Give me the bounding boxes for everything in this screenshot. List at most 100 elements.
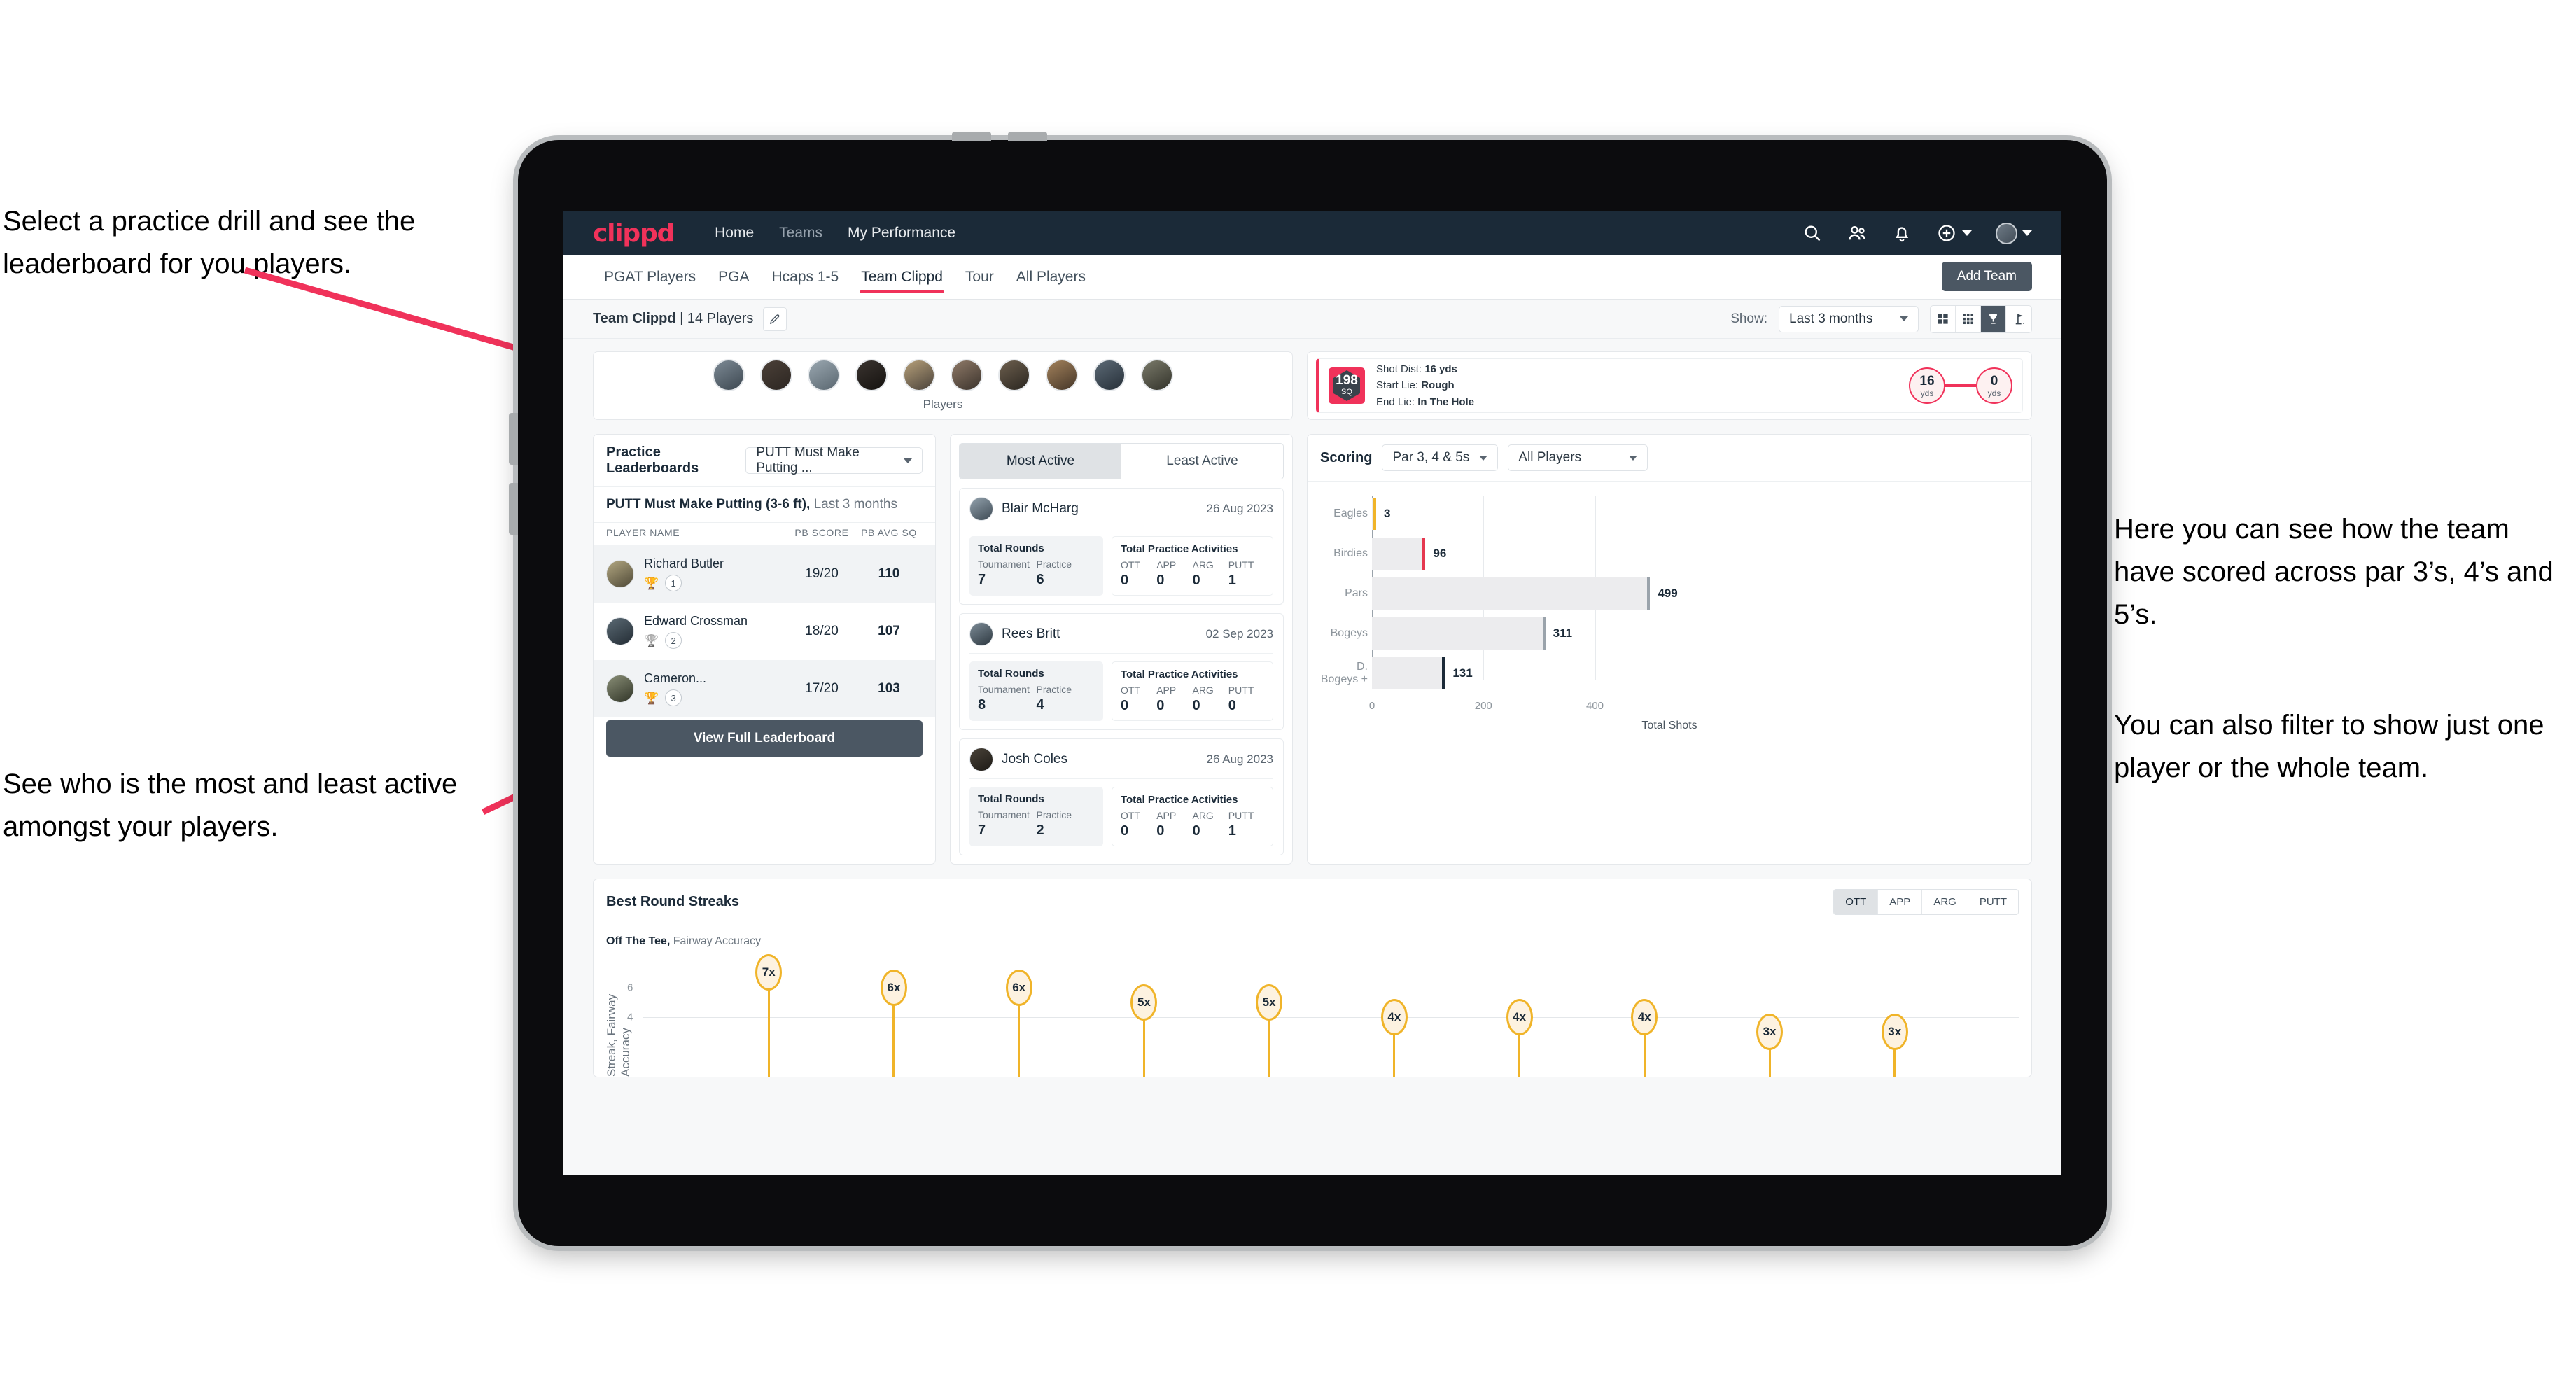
chart-lollipop-stem: 6x <box>1005 969 1032 1077</box>
list-item[interactable]: Rees Britt 02 Sep 2023 Total Rounds Tour… <box>959 613 1284 730</box>
trophy-icon: 🏆 <box>644 634 659 648</box>
player-avatar[interactable] <box>713 359 745 391</box>
end-lie-line: End Lie: In The Hole <box>1376 394 1474 410</box>
nav-link-teams[interactable]: Teams <box>766 225 835 241</box>
chart-lollipop-stem: 4x <box>1631 999 1658 1077</box>
view-trophy-button[interactable] <box>1981 305 2006 332</box>
chart-bar-cap <box>1442 657 1446 690</box>
player-avatar[interactable] <box>855 359 888 391</box>
chart-lollipop-label: 4x <box>1380 999 1408 1035</box>
player-avatar[interactable] <box>903 359 935 391</box>
hexagon-badge: 198 SQ <box>1331 369 1362 402</box>
player-avatar[interactable] <box>760 359 792 391</box>
nav-link-my-performance[interactable]: My Performance <box>835 225 968 241</box>
shot-distance-connector <box>1945 384 1976 387</box>
search-icon[interactable] <box>1802 223 1823 244</box>
chart-bar-row: D. Bogeys + 131 <box>1321 655 2019 692</box>
chevron-down-icon <box>2022 230 2032 236</box>
players-strip-label: Players <box>923 398 963 411</box>
player-avatar[interactable] <box>951 359 983 391</box>
chart-bar <box>1372 538 1426 570</box>
view-toggle-group <box>1930 304 2032 333</box>
tab-all-players[interactable]: All Players <box>1005 255 1097 299</box>
player-filter-select[interactable]: All Players <box>1508 444 1648 471</box>
shot-detail-card: 198 SQ Shot Dist: 16 yds Start Lie: Roug… <box>1307 351 2032 420</box>
tab-least-active[interactable]: Least Active <box>1121 444 1283 479</box>
practice-label: Practice <box>1036 559 1072 570</box>
view-grid-4-button[interactable] <box>1931 305 1956 332</box>
grid-9-icon <box>1963 314 1974 325</box>
summary-row: Players 198 SQ Shot Dist: 16 yds Start L… <box>593 351 2032 420</box>
list-item[interactable]: Blair McHarg 26 Aug 2023 Total Rounds To… <box>959 488 1284 605</box>
clippd-logo[interactable]: clippd <box>593 219 675 248</box>
activity-stats: Total Rounds Tournament 7 Practice <box>969 536 1273 596</box>
streaks-tab-app[interactable]: APP <box>1878 890 1923 914</box>
device-volume-down <box>509 483 518 535</box>
chart-bar <box>1372 617 1546 650</box>
avatar[interactable] <box>1996 222 2017 244</box>
leaderboard-player-1: Richard Butler 🏆 1 <box>644 556 788 592</box>
total-rounds-row: Tournament 8 Practice 4 <box>978 684 1095 713</box>
chart-bar-value: 131 <box>1452 666 1473 680</box>
list-item[interactable]: Josh Coles 26 Aug 2023 Total Rounds Tour… <box>959 738 1284 855</box>
scoring-x-axis: 0 200 400 <box>1369 699 2019 717</box>
table-row[interactable]: Edward Crossman 🏆 2 18/20 107 <box>594 603 935 660</box>
bell-icon[interactable] <box>1891 223 1912 244</box>
edit-team-button[interactable] <box>763 307 788 331</box>
drill-select[interactable]: PUTT Must Make Putting ... <box>746 445 923 475</box>
view-grid-9-button[interactable] <box>1956 305 1981 332</box>
tab-most-active[interactable]: Most Active <box>960 444 1121 479</box>
rank-badge: 2 <box>665 632 682 649</box>
view-full-leaderboard-button[interactable]: View Full Leaderboard <box>606 720 923 757</box>
account-menu-button[interactable] <box>1996 222 2032 244</box>
putt-label: PUTT <box>1228 810 1254 821</box>
practice-label: Practice <box>1036 809 1072 820</box>
total-rounds-row: Tournament 7 Practice 6 <box>978 559 1095 588</box>
tab-team-clippd[interactable]: Team Clippd <box>850 255 954 299</box>
practice-stat: Practice 2 <box>1036 809 1094 839</box>
streaks-tab-arg[interactable]: ARG <box>1922 890 1968 914</box>
add-menu-button[interactable] <box>1936 223 1972 244</box>
streaks-tab-putt[interactable]: PUTT <box>1968 890 2018 914</box>
chart-bar-cap <box>1647 578 1651 610</box>
ott-stat: OTT 0 <box>1121 810 1156 839</box>
leaderboard-player-3: Cameron... 🏆 3 <box>644 671 788 706</box>
nav-link-home[interactable]: Home <box>702 225 766 241</box>
scoring-bar-chart: Eagles 3 Birdies 96 Pars 499 Bogeys 311 D. Bogey… <box>1320 496 2019 699</box>
chart-lollipop-stem: 7x <box>755 954 783 1077</box>
plus-circle-icon[interactable] <box>1936 223 1957 244</box>
add-team-button[interactable]: Add Team <box>1941 262 2032 291</box>
player-avatar[interactable] <box>998 359 1030 391</box>
shot-start-distance: 16 yds <box>1909 368 1945 404</box>
practice-value: 4 <box>1036 697 1044 713</box>
view-golf-flag-button[interactable] <box>2006 306 2031 332</box>
player-avatar[interactable] <box>1046 359 1078 391</box>
golf-flag-icon <box>2015 314 2024 325</box>
table-row[interactable]: Richard Butler 🏆 1 19/20 110 <box>594 545 935 603</box>
activity-stats: Total Rounds Tournament 7 Practice <box>969 787 1273 846</box>
chart-bar <box>1372 578 1651 610</box>
column-pb-avg-sq: PB AVG SQ <box>861 527 917 538</box>
chart-lollipop-stem: 5x <box>1130 983 1158 1077</box>
column-pb-score: PB SCORE <box>794 527 849 538</box>
tab-pgat-players[interactable]: PGAT Players <box>593 255 707 299</box>
arg-stat: ARG 0 <box>1192 559 1228 589</box>
table-row[interactable]: Cameron... 🏆 3 17/20 103 <box>594 660 935 718</box>
player-avatar[interactable] <box>1141 359 1173 391</box>
tab-pga[interactable]: PGA <box>707 255 760 299</box>
player-avatar[interactable] <box>808 359 840 391</box>
par-select[interactable]: Par 3, 4 & 5s <box>1382 444 1499 471</box>
people-icon[interactable] <box>1847 223 1868 244</box>
tab-tour[interactable]: Tour <box>954 255 1005 299</box>
player-meta: 🏆 2 <box>644 632 788 649</box>
player-name: Josh Coles <box>1002 752 1068 766</box>
streaks-tab-ott[interactable]: OTT <box>1834 890 1879 914</box>
main-row: Practice Leaderboards PUTT Must Make Put… <box>593 434 2032 864</box>
tab-hcaps-1-5[interactable]: Hcaps 1-5 <box>760 255 850 299</box>
period-select[interactable]: Last 3 months <box>1779 305 1919 332</box>
total-rounds-block: Total Rounds Tournament 8 Practice 4 <box>969 662 1103 721</box>
chart-bar <box>1372 498 1376 530</box>
player-avatar[interactable] <box>1093 359 1126 391</box>
chart-lollipop-label: 5x <box>1256 983 1283 1021</box>
avatar <box>969 748 993 771</box>
